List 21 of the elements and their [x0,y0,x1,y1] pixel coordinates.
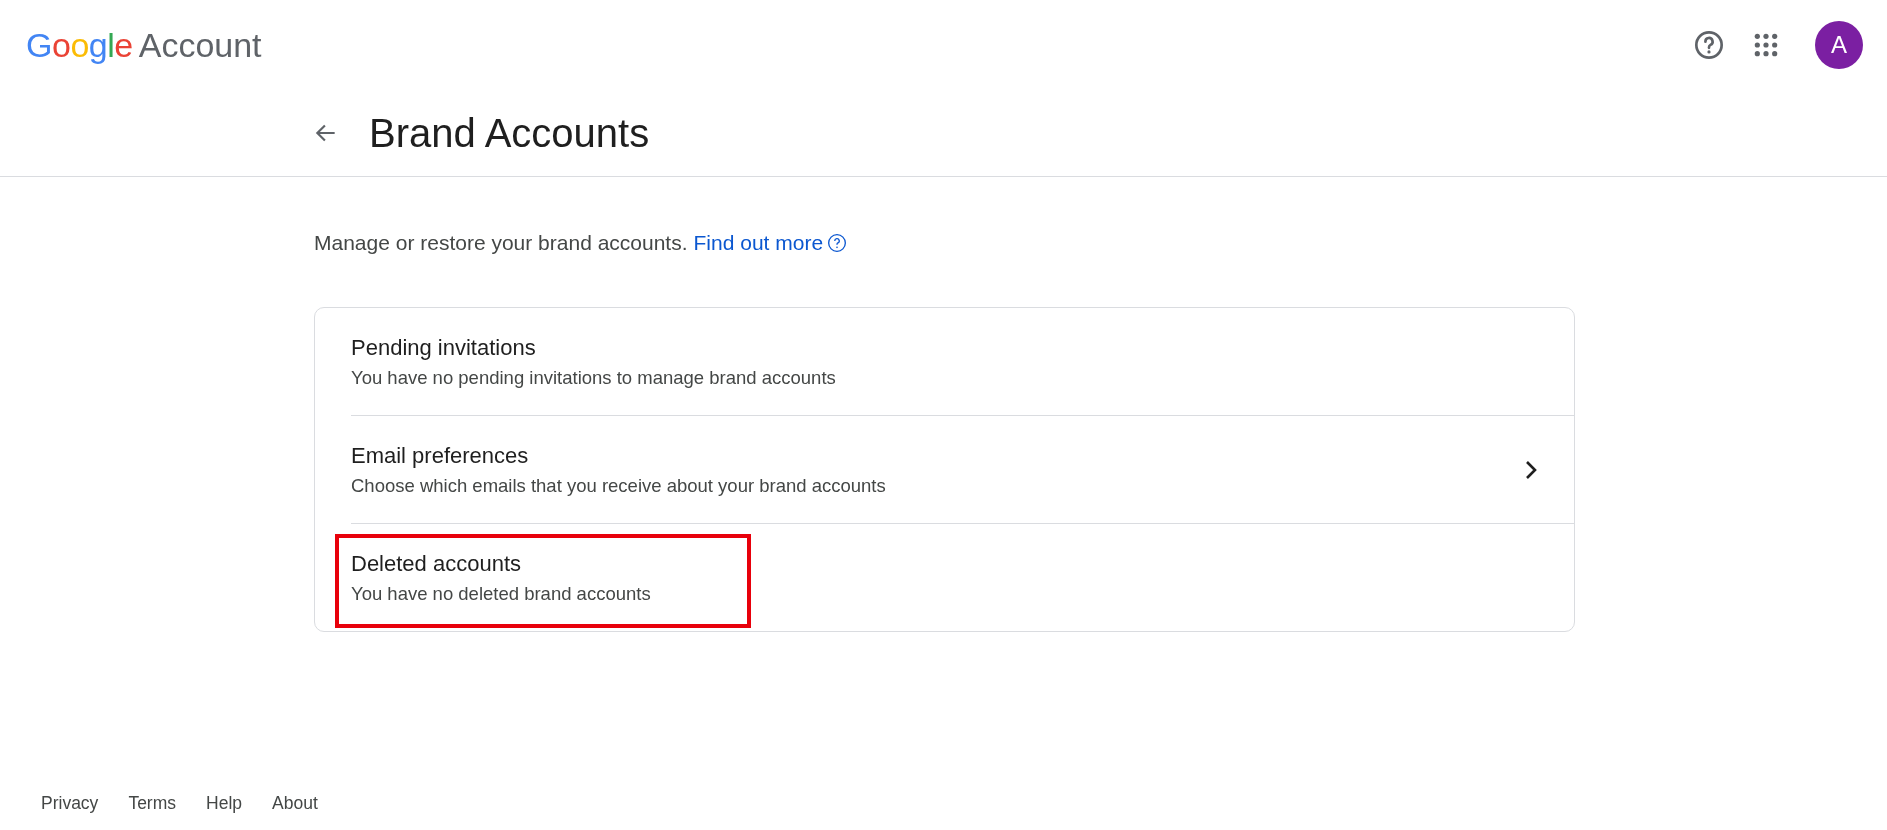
footer-link[interactable]: Help [206,793,242,814]
apps-grid-icon[interactable] [1753,32,1779,58]
settings-row[interactable]: Deleted accounts You have no deleted brand accounts [351,524,1574,631]
settings-row[interactable]: Email preferences Choose which emails that you receive about your brand accounts [351,416,1574,524]
footer-link[interactable]: Privacy [41,793,99,814]
help-icon [827,233,848,253]
row-title: Pending invitations [351,334,537,361]
intro-text: Manage or restore your brand accounts. [314,231,688,255]
page-title: Brand Accounts [369,110,650,156]
settings-row[interactable]: Pending invitations You have no pending invitations to manage brand accounts [351,308,1574,416]
row-title: Deleted accounts [351,550,522,577]
footer-link[interactable]: Terms [128,793,176,814]
row-subtitle: You have no deleted brand accounts [351,582,651,605]
footer-link[interactable]: About [272,793,318,814]
google-account-logo[interactable]: Google Account [26,25,262,65]
help-icon[interactable] [1693,29,1725,61]
find-out-more-link[interactable]: Find out more [693,231,824,255]
row-subtitle: You have no pending invitations to manage brand accounts [351,366,836,389]
row-title: Email preferences [351,442,530,469]
row-subtitle: Choose which emails that you receive about your brand accounts [351,474,886,497]
account-avatar[interactable]: A [1815,21,1863,69]
